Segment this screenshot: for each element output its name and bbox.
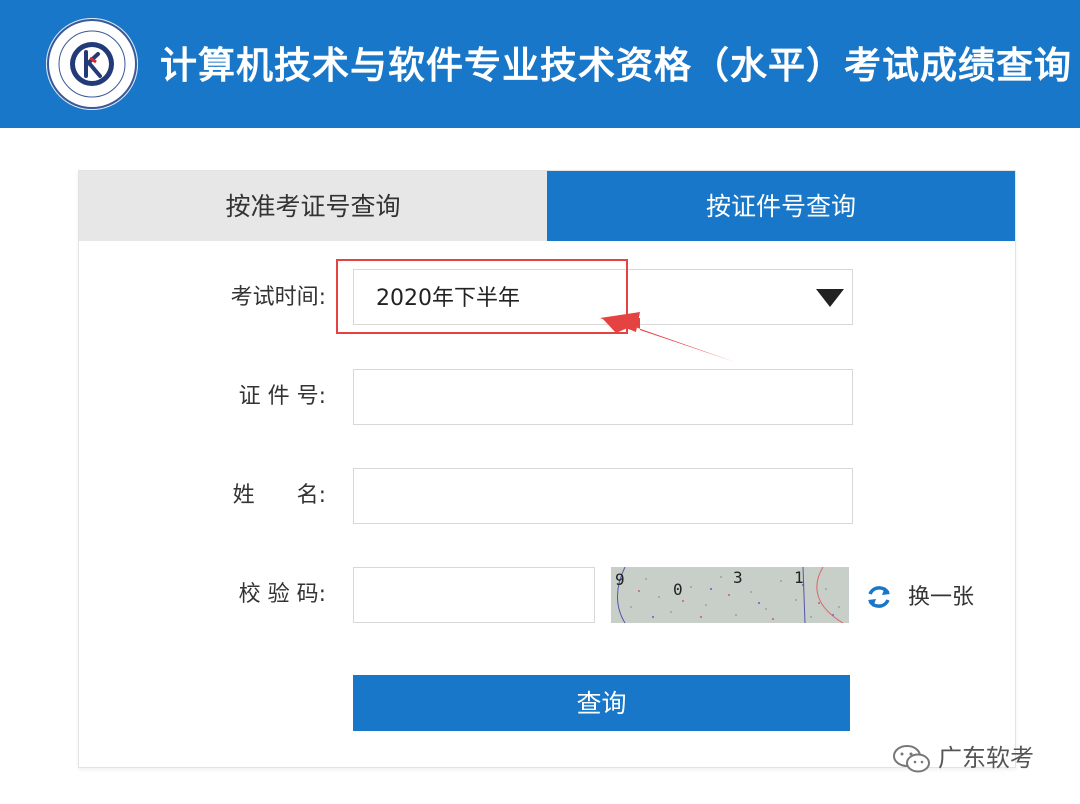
wechat-icon xyxy=(893,745,930,773)
exam-time-value: 2020年下半年 xyxy=(376,286,520,311)
exam-seal-logo xyxy=(46,18,138,110)
id-number-label: 证 件 号: xyxy=(238,384,326,409)
query-button[interactable]: 查询 xyxy=(353,675,850,731)
captcha-char-3: 3 xyxy=(733,568,743,587)
id-number-input[interactable] xyxy=(353,369,853,425)
captcha-image[interactable]: 9 0 3 1 xyxy=(611,567,849,623)
captcha-char-2: 0 xyxy=(673,580,683,599)
exam-time-select[interactable]: 2020年下半年 xyxy=(353,269,853,325)
page-title: 计算机技术与软件专业技术资格（水平）考试成绩查询 xyxy=(160,44,1072,87)
refresh-captcha-link[interactable]: 换一张 xyxy=(908,582,974,614)
tab-admission-number[interactable]: 按准考证号查询 xyxy=(79,171,547,241)
refresh-icon[interactable] xyxy=(864,582,894,612)
name-label: 姓 名: xyxy=(232,483,326,508)
name-input[interactable] xyxy=(353,468,853,524)
tab-id-number[interactable]: 按证件号查询 xyxy=(547,171,1015,241)
captcha-char-4: 1 xyxy=(794,568,804,587)
exam-time-label: 考试时间: xyxy=(230,285,326,310)
watermark: 广东软考 xyxy=(892,738,1034,778)
captcha-input[interactable] xyxy=(353,567,595,623)
dropdown-arrow-icon xyxy=(816,289,844,307)
watermark-text: 广东软考 xyxy=(938,744,1034,772)
captcha-char-1: 9 xyxy=(615,570,625,589)
page-header: 计算机技术与软件专业技术资格（水平）考试成绩查询 xyxy=(0,0,1080,128)
captcha-label: 校 验 码: xyxy=(238,582,326,607)
